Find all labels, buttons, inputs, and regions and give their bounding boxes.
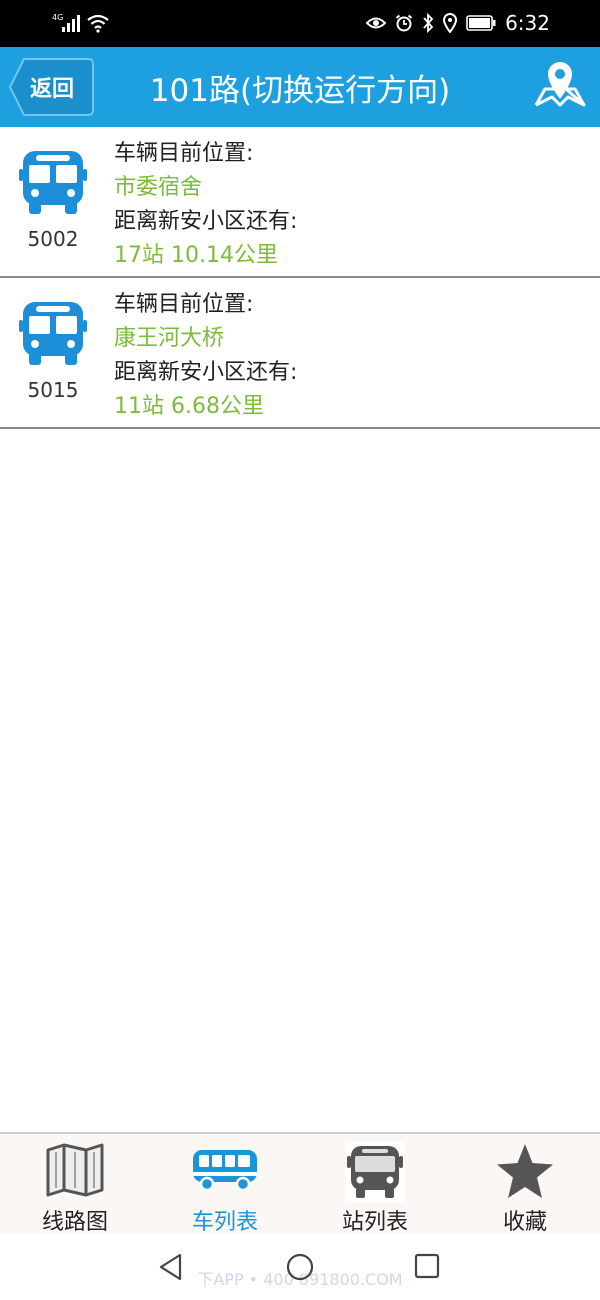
location-icon: [443, 13, 458, 33]
wifi-icon: [87, 14, 109, 33]
network-type: 4G: [52, 13, 63, 22]
position-label: 车辆目前位置:: [114, 141, 254, 166]
page-title[interactable]: 101路(切换运行方向): [100, 65, 500, 110]
bus-list: 5002 车辆目前位置: 市委宿舍 距离新安小区还有: 17站 10.14公里 …: [0, 127, 600, 429]
tab-bus-list[interactable]: 车列表: [150, 1134, 300, 1235]
header: 返回 101路(切换运行方向): [0, 47, 600, 127]
map-pin-icon: [534, 62, 586, 107]
bus-front-icon: [345, 1142, 405, 1202]
tab-stop-list[interactable]: 站列表: [300, 1134, 450, 1235]
status-right: 6:32: [366, 10, 550, 36]
status-time: 6:32: [505, 11, 550, 35]
list-item[interactable]: 5015 车辆目前位置: 康王河大桥 距离新安小区还有: 11站 6.68公里: [0, 278, 600, 429]
tab-route-map[interactable]: 线路图: [0, 1134, 150, 1235]
back-button[interactable]: 返回: [8, 57, 94, 116]
tab-stop-list-label: 站列表: [341, 1210, 408, 1235]
distance-value: 17站 10.14公里: [114, 243, 278, 268]
screen: 4G 6:32 返回 101路(切换运行方向) 5002 车辆目前位置: 市委宿…: [0, 0, 600, 1300]
bottom-tab-bar: 线路图 车列表 站列表 收藏: [0, 1132, 600, 1235]
bus-icon: [19, 302, 87, 365]
status-bar: 4G 6:32: [0, 0, 600, 47]
tab-favorites[interactable]: 收藏: [450, 1134, 600, 1235]
recents-square-icon[interactable]: [414, 1253, 440, 1281]
position-label: 车辆目前位置:: [114, 292, 254, 317]
tab-bus-list-label: 车列表: [191, 1210, 258, 1235]
tab-route-map-label: 线路图: [41, 1210, 108, 1235]
tab-favorites-label: 收藏: [502, 1210, 547, 1235]
distance-label: 距离新安小区还有:: [114, 209, 298, 234]
bus-number: 5002: [27, 227, 79, 251]
list-item[interactable]: 5002 车辆目前位置: 市委宿舍 距离新安小区还有: 17站 10.14公里: [0, 127, 600, 278]
star-icon: [497, 1144, 553, 1198]
bluetooth-icon: [423, 13, 434, 33]
battery-icon: [466, 15, 496, 31]
signal-icon: 4G: [52, 13, 80, 32]
distance-label: 距离新安小区还有:: [114, 360, 298, 385]
system-nav-bar: 下APP • 400 891800.COM: [0, 1234, 600, 1300]
back-triangle-icon[interactable]: [158, 1253, 184, 1281]
map-icon: [46, 1143, 104, 1197]
eye-icon: [366, 17, 387, 29]
map-location-button[interactable]: [532, 59, 588, 111]
alarm-icon: [395, 14, 413, 32]
current-stop: 康王河大桥: [114, 326, 225, 351]
distance-value: 11站 6.68公里: [114, 394, 264, 419]
current-stop: 市委宿舍: [114, 175, 203, 200]
bus-number: 5015: [27, 378, 79, 402]
back-button-label: 返回: [30, 77, 75, 102]
bus-icon: [19, 151, 87, 214]
status-left: 4G: [52, 10, 110, 36]
bus-icon: [193, 1150, 257, 1192]
home-circle-icon[interactable]: [285, 1253, 315, 1283]
